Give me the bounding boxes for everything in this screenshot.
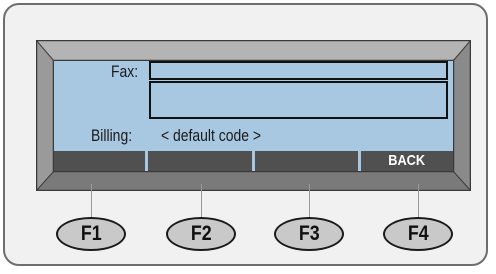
billing-label: Billing: (91, 126, 133, 145)
softkey-2[interactable] (148, 151, 252, 171)
f4-button[interactable]: F4 (383, 217, 453, 251)
softkey-3[interactable] (255, 151, 358, 171)
f3-button[interactable]: F3 (274, 217, 344, 251)
key-connector-line (309, 184, 310, 218)
f1-label: F1 (80, 222, 102, 245)
key-connector-line (201, 184, 202, 218)
fax-label: Fax: (110, 62, 139, 81)
f1-button[interactable]: F1 (56, 217, 126, 251)
f3-label: F3 (298, 222, 320, 245)
softkey-bar: BACK (54, 151, 453, 171)
softkey-1[interactable] (54, 151, 145, 171)
billing-value: < default code > (161, 126, 261, 145)
softkey-back[interactable]: BACK (361, 151, 453, 171)
f2-button[interactable]: F2 (166, 217, 236, 251)
f4-label: F4 (407, 222, 429, 245)
lcd-screen: Fax: Billing: < default code > BACK (54, 61, 453, 171)
fax-number-field-continued[interactable] (149, 81, 448, 119)
fax-number-field[interactable] (149, 61, 448, 80)
softkey-back-label: BACK (388, 152, 426, 169)
key-connector-line (91, 184, 92, 218)
key-connector-line (418, 184, 419, 218)
f2-label: F2 (190, 222, 212, 245)
